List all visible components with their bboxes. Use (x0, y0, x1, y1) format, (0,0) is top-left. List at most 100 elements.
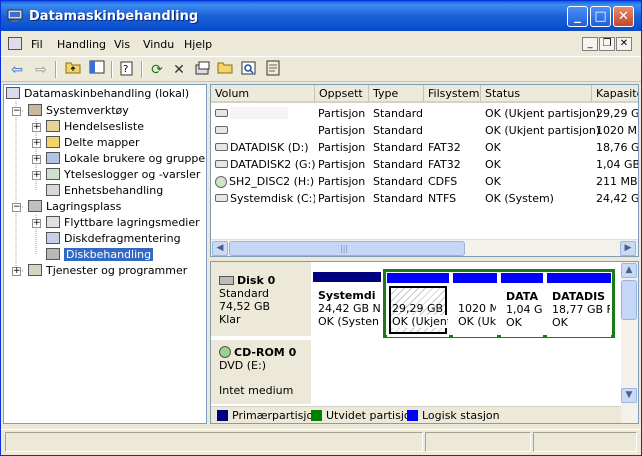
capacity-cell: 1,04 GB (596, 158, 639, 171)
scroll-thumb[interactable] (621, 280, 637, 320)
legend: Primærpartisjon Utvidet partisjon Logisk… (211, 406, 621, 423)
menu-fil[interactable]: Fil (31, 38, 43, 51)
tree-item-lagringsplass[interactable]: Lagringsplass (28, 199, 121, 215)
table-row[interactable]: Partisjon Standard OK (Ukjent partisjon)… (211, 122, 638, 139)
filesystem-cell: FAT32 (428, 141, 461, 154)
partition-systemdisk[interactable]: Systemdi 24,42 GB N OK (Systen (313, 272, 381, 336)
scroll-left-button[interactable]: ◀ (212, 241, 228, 256)
up-folder-icon[interactable] (63, 60, 83, 80)
logical-drive-bar (501, 273, 543, 283)
tree-item-delte-mapper[interactable]: Delte mapper (46, 135, 140, 151)
capacity-cell: 24,42 GB (596, 192, 639, 205)
open-icon[interactable] (215, 60, 235, 80)
partition-unknown-2[interactable]: 1020 M OK (Uk (453, 273, 497, 337)
tree-item-ytelseslogger[interactable]: Ytelseslogger og -varsler (46, 167, 200, 183)
title-bar[interactable]: Datamaskinbehandling _ □ ✕ (1, 1, 641, 31)
collapse-toggle[interactable]: − (12, 107, 21, 116)
mdi-close-button[interactable]: ✕ (616, 37, 632, 51)
partition-datadisk[interactable]: DATADIS 18,77 GB F OK (547, 273, 611, 337)
properties-icon[interactable]: ? (117, 60, 137, 80)
expand-toggle[interactable]: + (32, 219, 41, 228)
partition-unknown-1[interactable]: 29,29 GB OK (Ukjent (387, 273, 449, 337)
table-row[interactable]: SH2_DISC2 (H:) Partisjon Standard CDFS O… (211, 173, 638, 190)
tree-item-diskdefragmentering[interactable]: Diskdefragmentering (46, 231, 181, 247)
table-row[interactable]: DATADISK (D:) Partisjon Standard FAT32 O… (211, 139, 638, 156)
scroll-thumb[interactable]: ||| (229, 241, 465, 256)
table-row[interactable]: Systemdisk (C:) Partisjon Standard NTFS … (211, 190, 639, 207)
tree-item-lokale-brukere[interactable]: Lokale brukere og grupper (46, 151, 206, 167)
storage-icon (28, 200, 42, 212)
back-arrow-icon[interactable]: ⇦ (7, 60, 27, 80)
partition-size: 1020 M (458, 302, 496, 315)
menu-vindu[interactable]: Vindu (143, 38, 174, 51)
system-menu-icon[interactable] (8, 37, 22, 50)
export-icon[interactable] (193, 60, 213, 80)
cdrom0-label[interactable]: CD-ROM 0 DVD (E:) Intet medium (211, 340, 311, 404)
column-header-type[interactable]: Type (369, 85, 424, 103)
help-icon[interactable] (263, 60, 283, 80)
scroll-right-button[interactable]: ▶ (620, 241, 636, 256)
mdi-minimize-button[interactable]: _ (582, 37, 598, 51)
delete-icon[interactable]: ✕ (169, 60, 189, 80)
cdrom0-name-row: CD-ROM 0 (219, 346, 311, 359)
tree-item-flyttbare[interactable]: Flyttbare lagringsmedier (46, 215, 200, 231)
mdi-restore-button[interactable]: ❐ (599, 37, 615, 51)
menu-vis[interactable]: Vis (114, 38, 130, 51)
tree-item-systemverktoy[interactable]: Systemverktøy (28, 103, 129, 119)
tree-item-tjenester[interactable]: Tjenester og programmer (28, 263, 187, 279)
tree-item-diskbehandling[interactable]: Diskbehandling (46, 247, 154, 263)
partition-name: DATA (506, 290, 538, 303)
forward-arrow-icon[interactable]: ⇨ (31, 60, 51, 80)
table-row[interactable]: DATADISK2 (G:) Partisjon Standard FAT32 … (211, 156, 639, 173)
window-title: Datamaskinbehandling (29, 9, 199, 24)
tree-item-hendelsesliste[interactable]: Hendelsesliste (46, 119, 144, 135)
device-manager-icon (46, 184, 60, 196)
volume-cell: DATADISK (D:) (215, 139, 315, 156)
expand-toggle[interactable]: + (32, 155, 41, 164)
table-row[interactable]: Partisjon Standard OK (Ukjent partisjon)… (211, 105, 638, 122)
scroll-up-button[interactable]: ▲ (621, 263, 637, 278)
column-header-filsystem[interactable]: Filsystem (424, 85, 481, 103)
expand-toggle[interactable]: + (32, 139, 41, 148)
type-cell: Standard (373, 192, 424, 205)
column-header-volum[interactable]: Volum (211, 85, 315, 103)
filesystem-cell: FAT32 (428, 158, 461, 171)
type-cell: Standard (373, 107, 424, 120)
collapse-toggle[interactable]: − (12, 203, 21, 212)
menu-hjelp[interactable]: Hjelp (184, 38, 212, 51)
column-header-oppsett[interactable]: Oppsett (315, 85, 369, 103)
toolbar: ⇦ ⇨ ? ⟳ ✕ (1, 56, 641, 82)
console-tree[interactable]: Datamaskinbehandling (lokal) − Systemver… (3, 84, 207, 424)
close-button[interactable]: ✕ (613, 6, 634, 27)
tree-item-enhetsbehandling[interactable]: Enhetsbehandling (46, 183, 163, 199)
expand-toggle[interactable]: + (32, 123, 41, 132)
expand-toggle[interactable]: + (12, 267, 21, 276)
volume-name: SH2_DISC2 (H:) (229, 175, 315, 188)
expand-toggle[interactable]: + (32, 171, 41, 180)
horizontal-scrollbar[interactable]: ◀ ||| ▶ (211, 239, 638, 256)
legend-label: Utvidet partisjon (326, 409, 418, 422)
partition-datadisk2[interactable]: DATA 1,04 G OK (501, 273, 543, 337)
show-hide-tree-icon[interactable] (87, 60, 107, 80)
column-header-kapasitet[interactable]: Kapasitet (592, 85, 638, 103)
vertical-scrollbar[interactable]: ▲ ▼ (621, 262, 638, 423)
menu-handling[interactable]: Handling (57, 38, 106, 51)
disk-graphical-view[interactable]: Disk 0 Standard 74,52 GB Klar Systemdi 2… (210, 261, 639, 424)
scroll-down-button[interactable]: ▼ (621, 388, 637, 403)
event-viewer-icon (46, 120, 60, 132)
search-icon[interactable] (239, 60, 259, 80)
partition-text: 1020 M OK (Uk (458, 302, 496, 328)
refresh-icon[interactable]: ⟳ (147, 60, 167, 80)
partition-text: DATADIS 18,77 GB F OK (552, 290, 610, 329)
column-header-status[interactable]: Status (481, 85, 592, 103)
volume-cell (215, 122, 311, 139)
volume-cell (215, 105, 311, 122)
tree-root[interactable]: Datamaskinbehandling (lokal) (6, 86, 189, 102)
maximize-button[interactable]: □ (590, 6, 611, 27)
legend-item-extended: Utvidet partisjon (311, 410, 418, 422)
volume-list[interactable]: Volum Oppsett Type Filsystem Status Kapa… (210, 84, 639, 257)
minimize-button[interactable]: _ (567, 6, 588, 27)
disk0-label[interactable]: Disk 0 Standard 74,52 GB Klar (211, 262, 311, 336)
defrag-icon (46, 232, 60, 244)
status-cell: OK (Ukjent partisjon) (485, 124, 601, 137)
